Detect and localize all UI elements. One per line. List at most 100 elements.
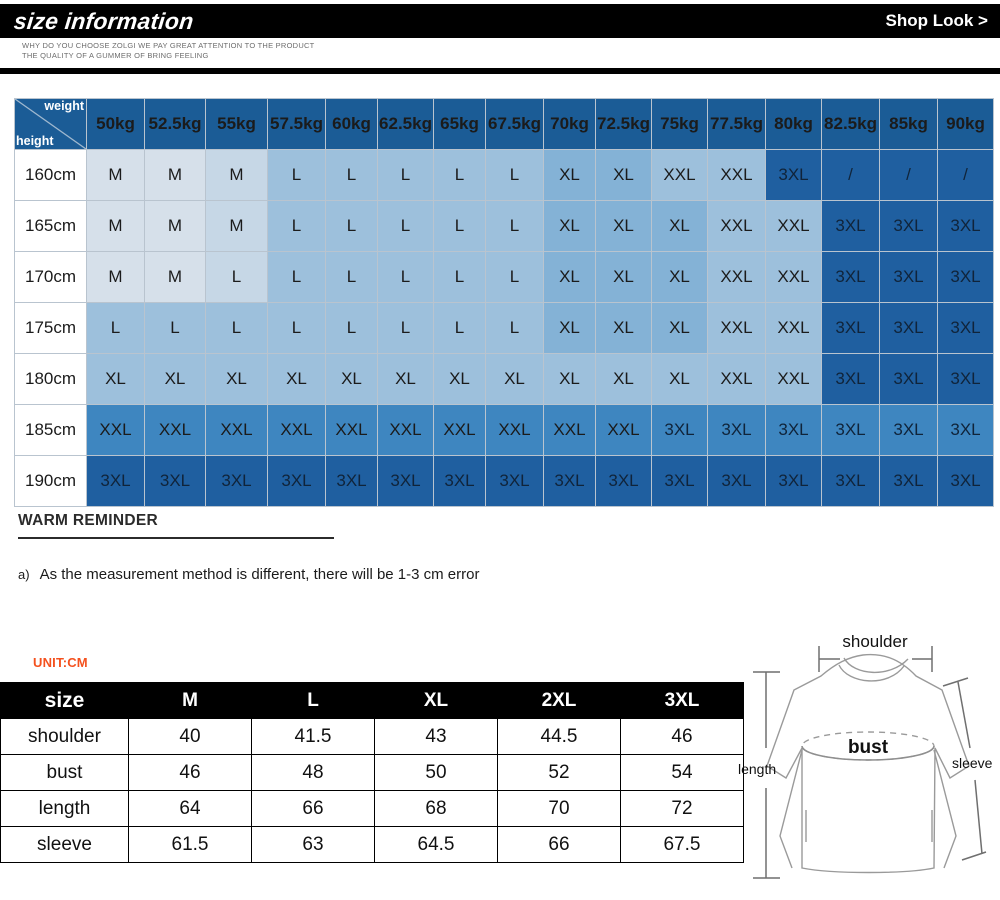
bust-label: bust bbox=[848, 737, 889, 758]
size-cell: XXL bbox=[707, 200, 766, 252]
size-cell: XXL bbox=[765, 353, 822, 405]
height-header-180cm: 180cm bbox=[14, 353, 87, 405]
header-subcopy: WHY DO YOU CHOOSE ZOLGI WE PAY GREAT ATT… bbox=[22, 41, 315, 61]
size-cell: XL bbox=[651, 251, 708, 303]
size-cell: 3XL bbox=[937, 251, 994, 303]
size-cell: XL bbox=[595, 353, 652, 405]
length-label: length bbox=[738, 761, 776, 777]
header-divider bbox=[0, 68, 1000, 74]
size-cell: 3XL bbox=[821, 455, 880, 507]
size-cell: XL bbox=[651, 353, 708, 405]
size-cell: XXL bbox=[543, 404, 596, 456]
measurement-row: sleeve 61.5 63 64.5 66 67.5 bbox=[0, 826, 744, 863]
height-header-175cm: 175cm bbox=[14, 302, 87, 354]
size-cell: M bbox=[86, 200, 145, 252]
size-cell: L bbox=[325, 251, 378, 303]
weight-header-60kg: 60kg bbox=[325, 98, 378, 150]
corner-weight-label: weight bbox=[44, 99, 84, 113]
size-cell: XL bbox=[377, 353, 434, 405]
size-cell: XXL bbox=[651, 149, 708, 201]
warm-reminder-divider bbox=[18, 537, 334, 539]
size-cell: L bbox=[433, 149, 486, 201]
size-cell: XL bbox=[543, 149, 596, 201]
size-cell: 3XL bbox=[937, 200, 994, 252]
size-cell: XXL bbox=[707, 149, 766, 201]
sleeve-label: sleeve bbox=[952, 755, 993, 771]
size-cell: 3XL bbox=[879, 302, 938, 354]
height-header-160cm: 160cm bbox=[14, 149, 87, 201]
page-title: size information bbox=[12, 7, 195, 34]
measurement-value: 44.5 bbox=[497, 718, 621, 755]
weight-header-85kg: 85kg bbox=[879, 98, 938, 150]
measurement-column-header-size: size bbox=[0, 682, 129, 719]
size-cell: XXL bbox=[205, 404, 268, 456]
size-cell: 3XL bbox=[543, 455, 596, 507]
measurement-row: shoulder 40 41.5 43 44.5 46 bbox=[0, 718, 744, 755]
measurement-value: 54 bbox=[620, 754, 744, 791]
measurement-value: 66 bbox=[251, 790, 375, 827]
size-cell: 3XL bbox=[879, 455, 938, 507]
size-cell: 3XL bbox=[765, 404, 822, 456]
size-cell: XL bbox=[433, 353, 486, 405]
size-cell: L bbox=[205, 251, 268, 303]
size-cell: XL bbox=[485, 353, 544, 405]
weight-header-75kg: 75kg bbox=[651, 98, 708, 150]
size-cell: XL bbox=[651, 302, 708, 354]
size-grid-row: 165cm M M M L L L L L XL XL XL XXL XXL 3XL 3XL 3XL bbox=[14, 200, 994, 252]
shop-look-link[interactable]: Shop Look > bbox=[886, 11, 1000, 31]
size-cell: 3XL bbox=[937, 353, 994, 405]
measurement-column-header-2XL: 2XL bbox=[497, 682, 621, 719]
size-cell: XL bbox=[144, 353, 206, 405]
header-subcopy-line2: THE QUALITY OF A GUMMER OF BRING FEELING bbox=[22, 51, 209, 60]
weight-header-77.5kg: 77.5kg bbox=[707, 98, 766, 150]
measurement-value: 67.5 bbox=[620, 826, 744, 863]
size-cell: XL bbox=[595, 149, 652, 201]
measurement-value: 40 bbox=[128, 718, 252, 755]
size-cell: XL bbox=[86, 353, 145, 405]
size-cell: L bbox=[325, 302, 378, 354]
size-cell: L bbox=[485, 149, 544, 201]
size-cell: 3XL bbox=[879, 200, 938, 252]
garment-diagram: shoulder bust length sleeve bbox=[736, 628, 1000, 900]
measurement-value: 41.5 bbox=[251, 718, 375, 755]
size-cell: 3XL bbox=[937, 302, 994, 354]
size-grid-row: 185cm XXL XXL XXL XXL XXL XXL XXL XXL XXL XXL 3XL 3X… bbox=[14, 404, 994, 456]
size-grid-header-row: weight height 50kg 52.5kg 55kg 57.5kg 60kg 62.5… bbox=[14, 98, 994, 150]
size-cell: L bbox=[377, 200, 434, 252]
size-cell: L bbox=[377, 251, 434, 303]
weight-header-70kg: 70kg bbox=[543, 98, 596, 150]
measurement-column-header-XL: XL bbox=[374, 682, 498, 719]
size-cell: XXL bbox=[377, 404, 434, 456]
measurement-value: 46 bbox=[620, 718, 744, 755]
warm-reminder-text: As the measurement method is different, … bbox=[39, 566, 480, 583]
size-cell: 3XL bbox=[707, 404, 766, 456]
height-header-185cm: 185cm bbox=[14, 404, 87, 456]
size-cell: XL bbox=[543, 200, 596, 252]
measurement-header-row: size M L XL 2XL 3XL bbox=[0, 682, 744, 719]
measurement-table-container: size M L XL 2XL 3XL shoulder 40 41.5 43 44.5 46 bust… bbox=[0, 682, 744, 863]
measurement-column-header-3XL: 3XL bbox=[620, 682, 744, 719]
size-cell: 3XL bbox=[879, 404, 938, 456]
size-cell: L bbox=[325, 149, 378, 201]
height-header-170cm: 170cm bbox=[14, 251, 87, 303]
size-cell: 3XL bbox=[377, 455, 434, 507]
measurement-value: 64 bbox=[128, 790, 252, 827]
shoulder-label: shoulder bbox=[842, 632, 908, 651]
size-cell: XL bbox=[205, 353, 268, 405]
size-cell: XXL bbox=[144, 404, 206, 456]
measurement-value: 70 bbox=[497, 790, 621, 827]
size-cell: L bbox=[144, 302, 206, 354]
weight-header-50kg: 50kg bbox=[86, 98, 145, 150]
measurement-row-label-bust: bust bbox=[0, 754, 129, 791]
size-cell: 3XL bbox=[879, 251, 938, 303]
size-cell: XL bbox=[543, 302, 596, 354]
measurement-row: bust 46 48 50 52 54 bbox=[0, 754, 744, 791]
size-cell: 3XL bbox=[651, 404, 708, 456]
measurement-row-label-length: length bbox=[0, 790, 129, 827]
page-header-banner: size information Shop Look > bbox=[0, 4, 1000, 38]
warm-reminder-title: WARM REMINDER bbox=[18, 512, 158, 529]
warm-reminder-marker: a) bbox=[18, 567, 30, 582]
header-subcopy-line1: WHY DO YOU CHOOSE ZOLGI WE PAY GREAT ATT… bbox=[22, 41, 315, 50]
corner-height-label: height bbox=[16, 133, 54, 148]
size-grid-row: 175cm L L L L L L L L XL XL XL XXL XXL 3XL 3XL 3XL bbox=[14, 302, 994, 354]
